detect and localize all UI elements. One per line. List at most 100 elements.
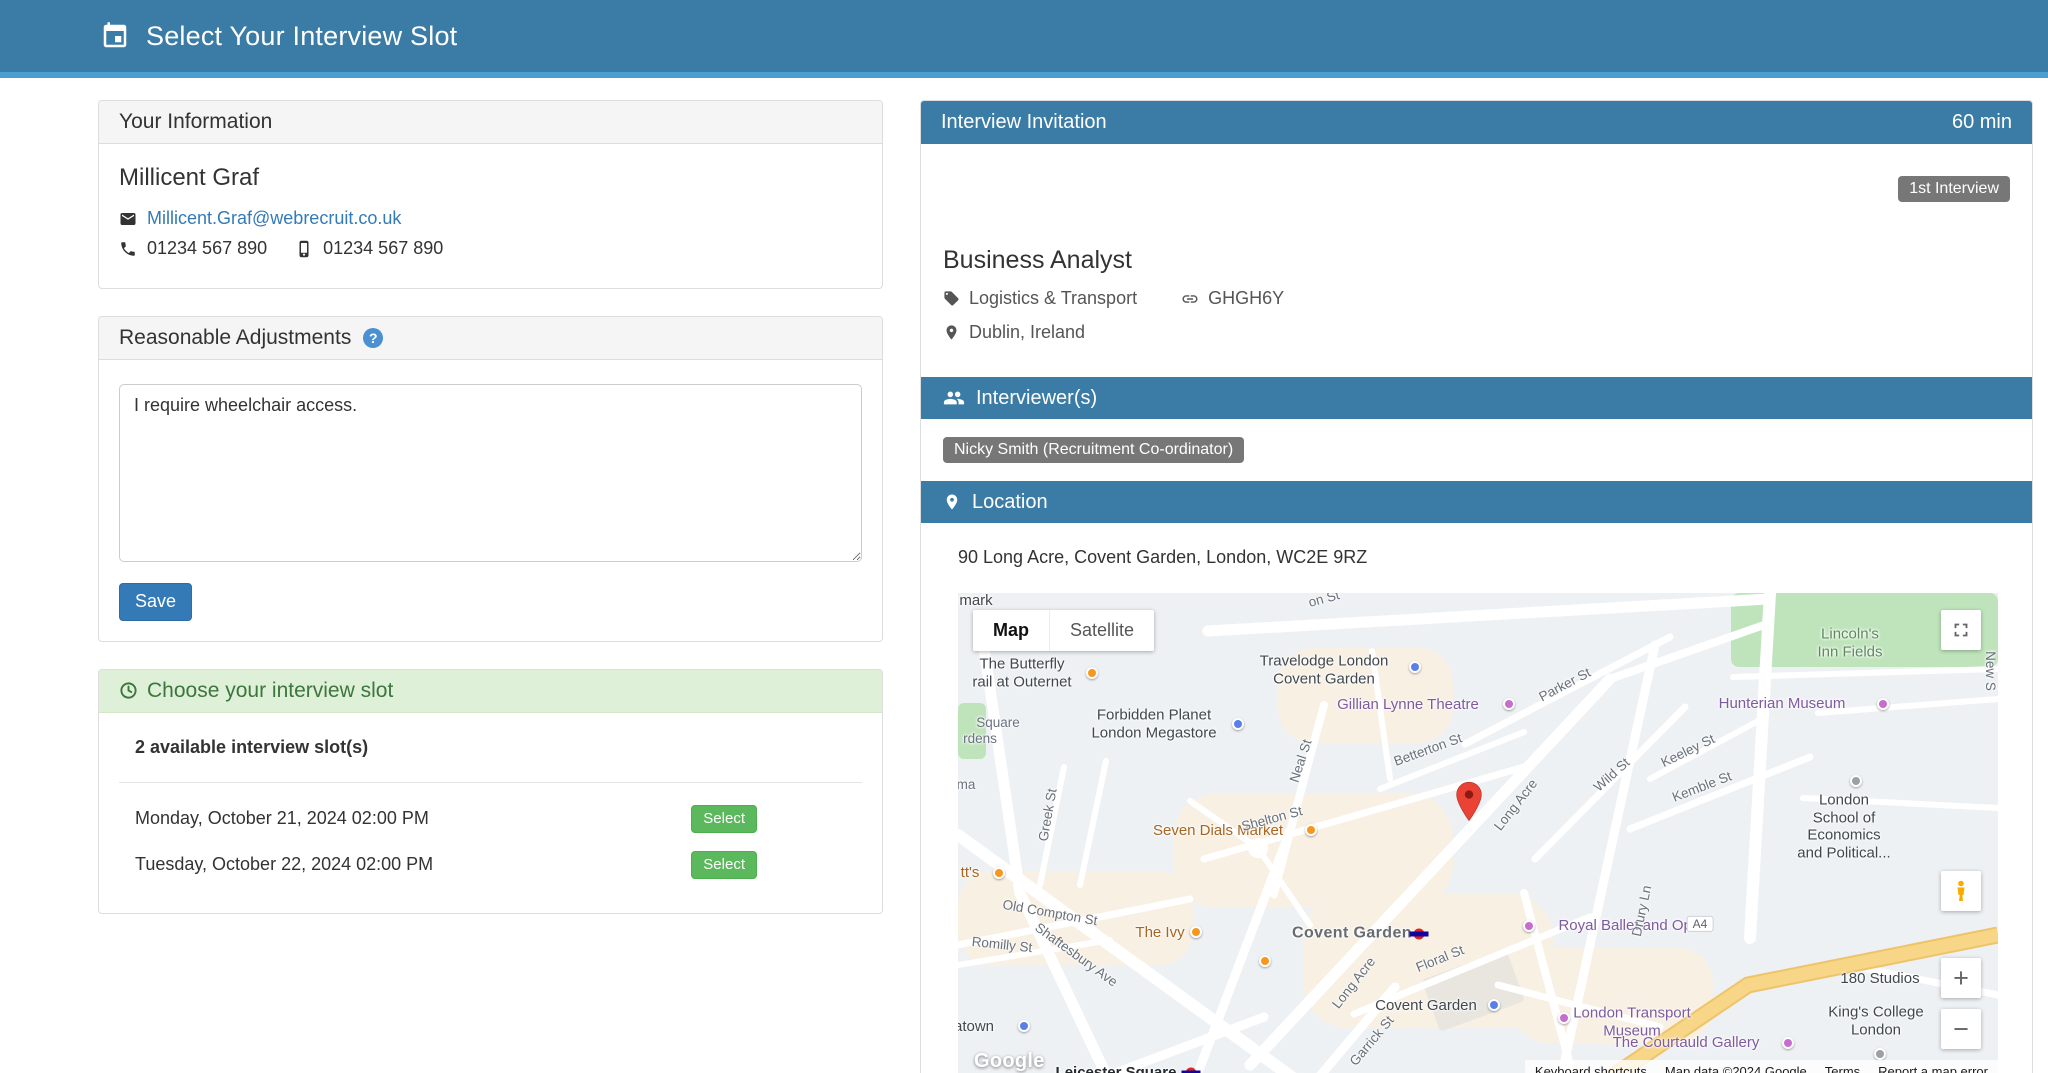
pegman-control[interactable] <box>1941 871 1981 911</box>
map-label: tt's <box>961 864 980 882</box>
map-label: ma <box>958 777 975 793</box>
map-label: Royal Ballet and Opera <box>1558 917 1713 935</box>
map-label: Old Compton St <box>1001 897 1098 929</box>
map-view-button[interactable]: Map <box>973 610 1049 651</box>
terms-link[interactable]: Terms <box>1825 1064 1860 1073</box>
map-label: LondonSchool ofEconomicsand Political... <box>1797 792 1890 863</box>
map-label: A4 <box>1687 916 1714 932</box>
divider <box>119 782 862 783</box>
map-marker-generic-icon <box>1874 1048 1886 1060</box>
fullscreen-button[interactable] <box>1941 610 1981 650</box>
map-label: New S <box>1982 651 1998 691</box>
map-label: Square <box>976 715 1020 731</box>
map-label: The Butterflyrail at Outernet <box>972 655 1071 690</box>
app-header: Select Your Interview Slot <box>0 0 2048 72</box>
interview-slots-body: 2 available interview slot(s) Monday, Oc… <box>99 713 882 913</box>
map-marker-shop-icon <box>1488 999 1500 1011</box>
map-label: Leicester Square <box>1056 1064 1177 1073</box>
map-label: 180 Studios <box>1840 970 1919 988</box>
keyboard-shortcuts-link[interactable]: Keyboard shortcuts <box>1535 1064 1647 1073</box>
map-marker-attraction-icon <box>1877 698 1889 710</box>
users-icon <box>943 387 965 409</box>
job-sector: Logistics & Transport <box>969 288 1137 309</box>
google-map[interactable]: markThe Butterflyrail at OuternetTravelo… <box>958 593 1998 1073</box>
map-label: Gillian Lynne Theatre <box>1337 696 1479 714</box>
tag-icon <box>943 290 960 307</box>
interviewers-title: Interviewer(s) <box>976 387 1097 410</box>
map-marker-food-icon <box>1259 955 1271 967</box>
map-label: Shaftesbury Ave <box>1032 920 1121 991</box>
map-label: The Ivy <box>1135 924 1184 942</box>
zoom-out-button[interactable]: − <box>1941 1009 1981 1049</box>
map-label: Floral St <box>1414 942 1467 976</box>
job-location: Dublin, Ireland <box>969 322 1085 343</box>
map-marker-generic-icon <box>1850 775 1862 787</box>
map-type-control: Map Satellite <box>973 610 1154 651</box>
your-information-title: Your Information <box>119 110 272 134</box>
job-reference: GHGH6Y <box>1208 288 1284 309</box>
interviewer-badge: Nicky Smith (Recruitment Co-ordinator) <box>943 437 1244 463</box>
map-label: Wild St <box>1591 755 1633 795</box>
map-marker-attraction-icon <box>1503 698 1515 710</box>
clock-icon <box>119 681 138 700</box>
map-marker-shop-icon <box>1409 661 1421 673</box>
reasonable-adjustments-header: Reasonable Adjustments ? <box>99 317 882 360</box>
interview-slots-header: Choose your interview slot <box>99 670 882 713</box>
google-logo: Google <box>974 1050 1045 1073</box>
help-icon[interactable]: ? <box>363 328 383 348</box>
map-label: Greek St <box>1036 787 1061 842</box>
interview-duration: 60 min <box>1952 111 2012 134</box>
map-label: Parker St <box>1536 665 1593 705</box>
map-marker-attraction-icon <box>1558 1012 1570 1024</box>
interview-address: 90 Long Acre, Covent Garden, London, WC2… <box>958 547 1996 568</box>
reasonable-adjustments-panel: Reasonable Adjustments ? I require wheel… <box>98 316 883 642</box>
zoom-in-button[interactable]: + <box>1941 958 1981 998</box>
map-label: London TransportMuseum <box>1573 1004 1691 1039</box>
interview-invitation-header: Interview Invitation 60 min <box>921 101 2032 144</box>
select-slot-button[interactable]: Select <box>691 851 757 879</box>
interview-stage-badge: 1st Interview <box>1898 176 2010 202</box>
link-icon <box>1181 290 1199 308</box>
slot-label: Tuesday, October 22, 2024 02:00 PM <box>135 854 433 875</box>
map-marker-food-icon <box>1086 667 1098 679</box>
location-body: 90 Long Acre, Covent Garden, London, WC2… <box>921 523 2032 1073</box>
map-label: Kemble St <box>1670 768 1734 805</box>
map-label: Keeley St <box>1659 731 1718 771</box>
map-label: Covent Garden <box>1375 997 1477 1015</box>
invitation-summary: 1st Interview Business Analyst Logistics… <box>921 144 2032 377</box>
adjustments-textarea[interactable]: I require wheelchair access. <box>119 384 862 562</box>
slot-count: 2 available interview slot(s) <box>119 729 862 758</box>
map-label: Betterton St <box>1392 730 1464 769</box>
save-button[interactable]: Save <box>119 583 192 621</box>
map-label: Lincoln'sInn Fields <box>1817 625 1882 660</box>
phone-icon <box>119 240 137 258</box>
destination-pin-icon <box>1454 781 1484 828</box>
map-marker-shop-icon <box>1018 1020 1030 1032</box>
mobile-icon <box>295 240 313 258</box>
page: Select Your Interview Slot Your Informat… <box>0 0 2048 1073</box>
report-map-error-link[interactable]: Report a map error <box>1878 1064 1988 1073</box>
right-column: Interview Invitation 60 min 1st Intervie… <box>920 100 2033 1073</box>
map-label: atown <box>958 1018 994 1036</box>
satellite-view-button[interactable]: Satellite <box>1049 610 1154 651</box>
map-label: Forbidden PlanetLondon Megastore <box>1091 706 1216 741</box>
location-pin-icon <box>943 493 961 511</box>
select-slot-button[interactable]: Select <box>691 805 757 833</box>
map-marker-shop-icon <box>1232 718 1244 730</box>
map-label: on St <box>1307 593 1342 611</box>
candidate-email-link[interactable]: Millicent.Graf@webrecruit.co.uk <box>147 208 401 229</box>
phone-row: 01234 567 890 01234 567 890 <box>119 238 862 259</box>
map-marker-icon <box>943 324 960 341</box>
slot-row: Monday, October 21, 2024 02:00 PM Select <box>119 801 862 837</box>
reasonable-adjustments-body: I require wheelchair access. Save <box>99 360 882 641</box>
main-content: Your Information Millicent Graf Millicen… <box>0 78 2048 1073</box>
location-section-bar: Location <box>921 481 2032 523</box>
slot-row: Tuesday, October 22, 2024 02:00 PM Selec… <box>119 847 862 883</box>
your-information-panel: Your Information Millicent Graf Millicen… <box>98 100 883 289</box>
map-label: Neal St <box>1287 737 1316 784</box>
interviewers-section-bar: Interviewer(s) <box>921 377 2032 419</box>
envelope-icon <box>119 210 137 228</box>
left-column: Your Information Millicent Graf Millicen… <box>98 100 883 941</box>
your-information-body: Millicent Graf Millicent.Graf@webrecruit… <box>99 144 882 288</box>
calendar-icon <box>100 21 130 51</box>
